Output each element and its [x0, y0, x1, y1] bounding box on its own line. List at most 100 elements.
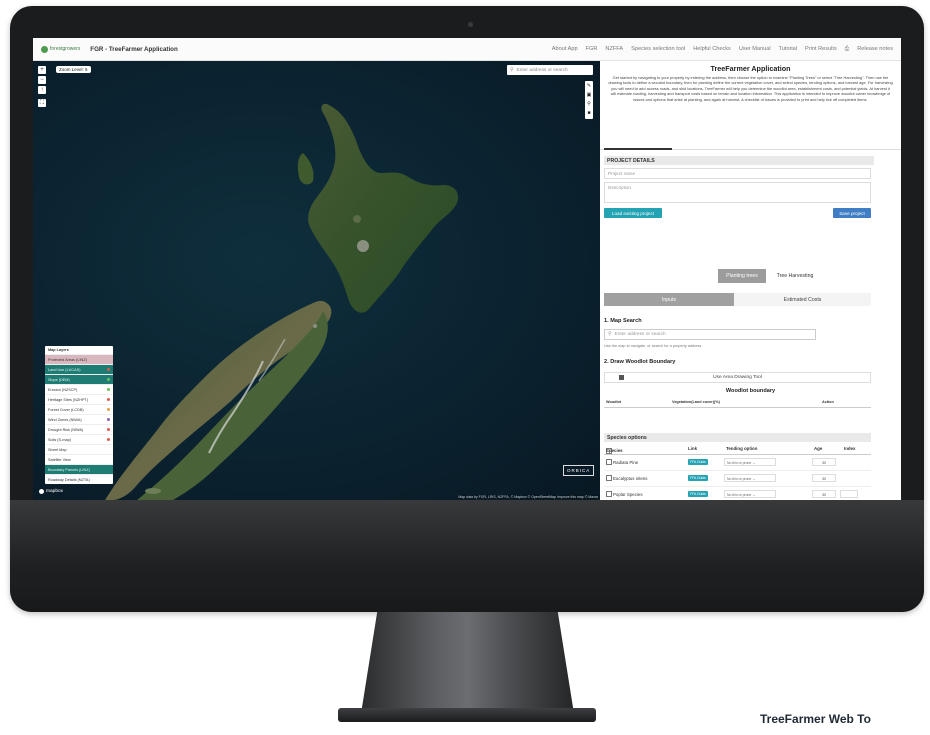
map-search-placeholder: Enter address or search: [516, 67, 568, 73]
layer-item[interactable]: Satellite View: [45, 454, 113, 464]
address-search-input[interactable]: ⚲ Enter address or search: [604, 329, 816, 340]
layer-label: Land Use (LUCAS): [48, 367, 81, 372]
layer-color-icon: [107, 418, 110, 421]
layer-color-icon: [107, 408, 110, 411]
species-guide-link[interactable]: FFA Guide: [688, 491, 709, 497]
fullscreen-button[interactable]: ⛶: [38, 99, 46, 107]
search-icon: ⚲: [608, 332, 612, 337]
camera-icon: [468, 22, 473, 27]
layer-item[interactable]: Land Use (LUCAS): [45, 364, 113, 374]
col-index: Index: [844, 446, 856, 451]
species-checkbox[interactable]: [606, 491, 612, 497]
age-input[interactable]: 30: [812, 490, 836, 498]
layer-item[interactable]: Protected Areas (LINZ): [45, 354, 113, 364]
orbica-logo[interactable]: ORBICA: [563, 465, 595, 476]
layer-item[interactable]: Forest Cover (LCDB): [45, 404, 113, 414]
chevron-down-icon: ⌄: [752, 461, 756, 465]
species-name: Eucalyptus nitens: [606, 475, 647, 481]
pin-icon[interactable]: ⚲: [585, 101, 593, 108]
draw-toolbar: ✎ ▣ ⚲ ■: [585, 81, 593, 119]
layer-label: Satellite View: [48, 457, 71, 462]
layer-item[interactable]: Erosion (NZSCP): [45, 384, 113, 394]
nav-item-print-results[interactable]: Print Results: [805, 46, 837, 53]
nav-item-release-notes[interactable]: Release notes: [857, 46, 893, 53]
species-table-header: Species Link Tending option Age Index: [604, 444, 871, 455]
layer-item[interactable]: Heritage Sites (NZHPT): [45, 394, 113, 404]
zoom-out-button[interactable]: −: [38, 76, 46, 84]
nav-item-helpful-checks[interactable]: Helpful Checks: [693, 46, 731, 53]
nav-menu: About App FGR NZFFA Species selection tool H…: [552, 46, 893, 53]
mapbox-label: mapbox: [46, 489, 64, 494]
pencil-icon[interactable]: ✎: [585, 83, 593, 90]
species-guide-link[interactable]: FFA Guide: [688, 459, 709, 465]
area-drawing-tool-label: Use Area Drawing Tool: [713, 375, 762, 380]
species-checkbox[interactable]: [606, 459, 612, 465]
layer-item[interactable]: Drought Risk (NIWA): [45, 424, 113, 434]
project-details-header: PROJECT DETAILS: [604, 156, 874, 165]
layer-item[interactable]: Wind Zones (NIWA): [45, 414, 113, 424]
printer-icon[interactable]: ⎙: [845, 46, 849, 53]
project-name-input[interactable]: Project name: [604, 168, 871, 179]
nav-item-user-manual[interactable]: User Manual: [739, 46, 771, 53]
col-link: Link: [688, 446, 698, 451]
layer-label: Soils (S-map): [48, 437, 71, 442]
square-icon[interactable]: ▣: [585, 92, 593, 99]
address-search-placeholder: Enter address or search: [614, 332, 666, 337]
layer-item[interactable]: Roadway Details (NZTA): [45, 474, 113, 484]
species-guide-link[interactable]: FFA Guide: [688, 475, 709, 481]
species-label: Poplar Species: [613, 492, 643, 497]
tab-estimated-costs[interactable]: Estimated Costs: [734, 293, 871, 306]
caption-text: TreeFarmer Web To: [760, 712, 871, 726]
planting-trees-toggle[interactable]: Planting trees: [718, 269, 766, 283]
trash-icon[interactable]: ■: [585, 110, 593, 117]
tending-option-select[interactable]: No thin or prune ⌄: [724, 474, 776, 482]
layer-color-icon: [107, 428, 110, 431]
tending-option-select[interactable]: No thin or prune ⌄: [724, 490, 776, 498]
col-woodlot: Woodlot: [606, 400, 622, 404]
map-search-input[interactable]: ⚲ Enter address or search: [507, 65, 593, 75]
species-row: Eucalyptus nitens FFA Guide No thin or pru…: [604, 471, 871, 487]
mapbox-logo[interactable]: mapbox: [39, 489, 63, 494]
species-options-header: Species options: [604, 433, 871, 442]
panel-title: TreeFarmer Application: [710, 64, 791, 73]
satellite-map-image: [105, 103, 459, 500]
layer-color-icon: [107, 378, 110, 381]
tree-harvesting-toggle[interactable]: Tree Harvesting: [770, 269, 820, 283]
species-row: Radiata Pine FFA Guide No thin or prune ⌄ 3…: [604, 455, 871, 471]
tab-inputs[interactable]: Inputs: [604, 293, 734, 306]
north-arrow-button[interactable]: ↑: [38, 86, 46, 94]
layer-item[interactable]: Boundary Parcels (LINZ): [45, 464, 113, 474]
layer-label: Wind Zones (NIWA): [48, 417, 82, 422]
chevron-down-icon: ⌄: [752, 493, 756, 497]
nav-item-tutorial[interactable]: Tutorial: [779, 46, 797, 53]
nav-item-species-selection-tool[interactable]: Species selection tool: [631, 46, 685, 53]
species-row: Poplar Species FFA Guide No thin or prune …: [604, 487, 871, 500]
col-action: Action: [822, 400, 834, 404]
layer-label: Erosion (NZSCP): [48, 387, 78, 392]
area-drawing-tool-button[interactable]: Use Area Drawing Tool: [604, 372, 871, 383]
map-attribution[interactable]: Map data by FGR, LRIS, NZFFA, © Mapbox ©…: [458, 495, 598, 499]
index-input[interactable]: [840, 490, 858, 498]
age-input[interactable]: 30: [812, 474, 836, 482]
nav-item-about-app[interactable]: About App: [552, 46, 578, 53]
zoom-in-button[interactable]: +: [38, 66, 46, 74]
save-project-button[interactable]: Save project: [833, 208, 871, 218]
species-label: Eucalyptus nitens: [613, 476, 648, 481]
col-vegetation: Vegetation(Land cover)(%): [672, 400, 720, 404]
search-hint: Use the map to navigate, or search for a…: [604, 344, 702, 348]
age-input[interactable]: 30: [812, 458, 836, 466]
description-input[interactable]: Description: [604, 182, 871, 203]
logo[interactable]: forestgrowers: [41, 45, 80, 53]
layer-item[interactable]: Slope (DEM): [45, 374, 113, 384]
layer-item[interactable]: Soils (S-map): [45, 434, 113, 444]
load-project-button[interactable]: Load existing project: [604, 208, 662, 218]
nav-item-fgr[interactable]: FGR: [586, 46, 598, 53]
map-view[interactable]: + − ↑ ⛶ Zoom Level: 5 ⚲ Enter address or…: [33, 61, 600, 500]
layer-color-icon: [107, 438, 110, 441]
layer-item[interactable]: Street Map: [45, 444, 113, 454]
nav-item-nzffa[interactable]: NZFFA: [605, 46, 623, 53]
tending-option-select[interactable]: No thin or prune ⌄: [724, 458, 776, 466]
polygon-icon: [619, 375, 624, 380]
species-checkbox[interactable]: [606, 475, 612, 481]
layer-label: Roadway Details (NZTA): [48, 477, 90, 482]
